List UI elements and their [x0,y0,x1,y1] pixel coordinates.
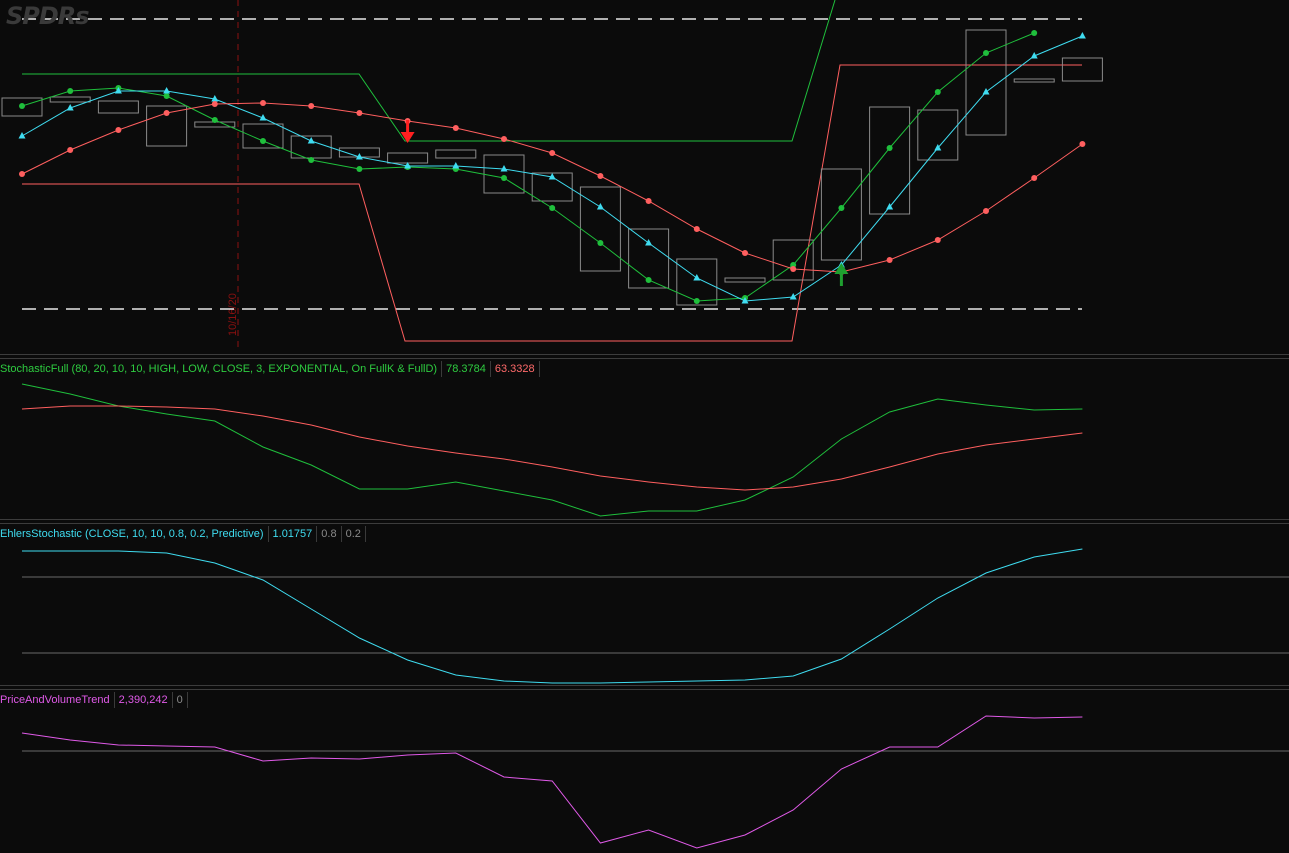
price-series-green-point [308,157,315,163]
price-series-cyan-point [18,132,26,139]
stoch-fulld-value: 63.3328 [489,361,540,377]
band-green-line [22,0,836,142]
price-series-red-point [983,208,989,214]
price-series-red-point [1079,141,1086,147]
panel-separator[interactable] [0,519,1289,524]
price-series-red-point [163,110,170,116]
candle-box [387,152,429,164]
spdrs-logo: SPDRs [6,2,90,30]
price-series-red-point [645,198,652,204]
candle-box [579,186,621,272]
ehlers-value: 1.01757 [267,526,317,542]
price-series-red-point [742,250,748,256]
stoch-green-line [21,383,1083,517]
candle-box [435,149,477,159]
price-series-red-point [452,125,459,131]
pvt-magenta-line [21,715,1083,849]
candle-box [242,123,284,149]
price-series-red-point [115,127,122,133]
price-series-green-point [549,205,556,211]
price-series-green-point [356,166,363,172]
price-series-green-point [501,175,507,181]
stoch-red-line [21,405,1083,491]
candle-box [869,106,911,215]
panel-separator[interactable] [0,685,1289,690]
ehlers-cyan-line [22,548,1083,684]
candle-box [1061,57,1103,82]
pvt-value: 2,390,242 [113,692,172,708]
candle-box [49,96,91,103]
price-series-green-point [597,240,604,246]
date-marker-label: 10/16/20 [227,293,239,336]
price-series-red-point [308,103,315,109]
ehlers-study-name[interactable]: EhlersStochastic (CLOSE, 10, 10, 0.8, 0.… [0,526,268,542]
price-series-cyan-point [645,239,653,246]
price-series-red-point [356,110,363,116]
price-series-green-point [645,277,652,283]
stoch-legend[interactable]: StochasticFull (80, 20, 10, 10, HIGH, LO… [0,361,540,377]
chart-canvas: 10/16/20 [1,0,1289,849]
price-series-red-point [211,101,218,107]
price-series-green-point [260,138,266,144]
price-series-cyan-point [982,88,990,95]
price-series-red-point [549,150,556,156]
price-series-cyan-point [452,162,460,169]
price-series-green-point [67,88,74,94]
price-series-green-line [21,32,1035,302]
candle-box [820,168,862,261]
price-series-cyan-point [596,203,604,210]
candle-box [1013,78,1055,83]
price-series-green-point [693,298,700,304]
price-series-red-point [693,226,700,232]
stoch-study-name[interactable]: StochasticFull (80, 20, 10, 10, HIGH, LO… [0,361,441,377]
price-series-cyan-point [500,165,508,172]
price-series-green-point [886,145,893,151]
candle-box [97,100,139,114]
price-series-green-point [983,50,989,56]
price-series-red-point [501,136,507,142]
price-series-red-point [1031,175,1038,181]
ehlers-lower-level: 0.2 [340,526,366,542]
price-series-green-point [163,93,170,99]
candle-box [917,109,959,161]
pvt-zero-value: 0 [171,692,188,708]
price-series-cyan-point [1078,32,1086,39]
candle-box [965,29,1007,136]
price-series-green-point [838,205,845,211]
price-series-cyan-line [21,35,1083,302]
price-series-green-point [934,89,941,95]
ehlers-legend[interactable]: EhlersStochastic (CLOSE, 10, 10, 0.8, 0.… [0,526,366,542]
price-series-red-point [886,257,893,263]
price-series-red-point [790,266,797,272]
price-series-red-point [19,171,25,177]
price-series-red-point [934,237,941,243]
pvt-study-name[interactable]: PriceAndVolumeTrend [0,692,114,708]
price-series-green-point [211,117,218,123]
price-series-red-line [21,102,1083,273]
price-series-green-point [1031,30,1038,36]
ehlers-upper-level: 0.8 [316,526,340,542]
price-series-cyan-point [163,87,171,94]
price-series-green-point [19,103,25,109]
price-series-cyan-point [693,274,701,281]
price-series-red-point [597,173,604,179]
candle-box [724,277,766,283]
panel-separator[interactable] [0,354,1289,359]
price-series-red-point [260,100,266,106]
price-series-cyan-point [789,293,797,300]
price-series-red-point [67,147,74,153]
stoch-fullk-value: 78.3784 [441,361,490,377]
pvt-legend[interactable]: PriceAndVolumeTrend 2,390,242 0 [0,692,188,708]
